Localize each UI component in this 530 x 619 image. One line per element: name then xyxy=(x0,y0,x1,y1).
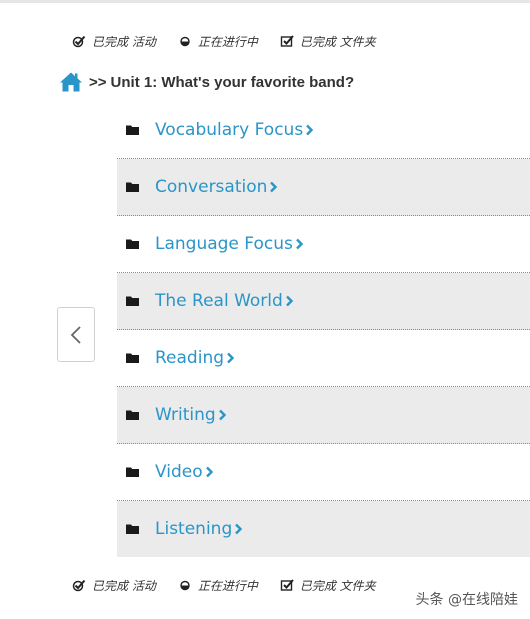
legend-completed-activity: 已完成 活动 xyxy=(72,577,156,594)
checked-box-icon xyxy=(280,34,294,48)
section-item-label[interactable]: Video xyxy=(155,462,203,482)
chevron-right-icon xyxy=(205,466,214,478)
legend-completed-activity: 已完成 活动 xyxy=(72,33,156,50)
folder-icon xyxy=(126,181,139,193)
legend-in-progress-label: 正在进行中 xyxy=(197,578,258,593)
chevron-right-icon xyxy=(285,295,294,307)
section-item-reading[interactable]: Reading xyxy=(117,330,530,387)
folder-icon xyxy=(126,238,139,250)
page-title: Unit 1: What's your favorite band? xyxy=(110,73,355,91)
checkmark-icon xyxy=(72,34,86,48)
section-list: Vocabulary Focus Conversation Language F… xyxy=(117,102,530,557)
legend-completed-folder: 已完成 文件夹 xyxy=(280,577,376,594)
home-icon[interactable] xyxy=(59,71,83,93)
section-item-label[interactable]: Conversation xyxy=(155,177,267,197)
legend-in-progress: 正在进行中 xyxy=(178,33,258,50)
chevron-right-icon xyxy=(218,409,227,421)
status-legend-bottom: 已完成 活动 正在进行中 已完成 文件夹 xyxy=(72,576,398,594)
half-circle-icon xyxy=(178,34,192,48)
section-item-writing[interactable]: Writing xyxy=(117,387,530,444)
folder-icon xyxy=(126,295,139,307)
legend-in-progress-label: 正在进行中 xyxy=(197,34,258,49)
section-item-listening[interactable]: Listening xyxy=(117,501,530,557)
section-item-label[interactable]: Language Focus xyxy=(155,234,293,254)
folder-icon xyxy=(126,409,139,421)
chevron-right-icon xyxy=(305,124,314,136)
folder-icon xyxy=(126,352,139,364)
chevron-left-icon xyxy=(70,325,82,345)
section-item-label[interactable]: The Real World xyxy=(155,291,283,311)
legend-completed-folder-label: 已完成 文件夹 xyxy=(299,34,376,49)
section-item-video[interactable]: Video xyxy=(117,444,530,501)
previous-button[interactable] xyxy=(57,307,95,362)
status-legend-top: 已完成 活动 正在进行中 已完成 文件夹 xyxy=(72,32,398,50)
section-item-language-focus[interactable]: Language Focus xyxy=(117,216,530,273)
chevron-right-icon xyxy=(269,181,278,193)
legend-completed-activity-label: 已完成 活动 xyxy=(92,578,156,593)
section-item-label[interactable]: Listening xyxy=(155,519,232,539)
folder-icon xyxy=(126,523,139,535)
checked-box-icon xyxy=(280,578,294,592)
legend-in-progress: 正在进行中 xyxy=(178,577,258,594)
folder-icon xyxy=(126,124,139,136)
breadcrumb: >> Unit 1: What's your favorite band? xyxy=(59,68,354,96)
chevron-right-icon xyxy=(226,352,235,364)
top-divider xyxy=(0,0,530,3)
chevron-right-icon xyxy=(295,238,304,250)
section-item-vocabulary-focus[interactable]: Vocabulary Focus xyxy=(117,102,530,159)
checkmark-icon xyxy=(72,578,86,592)
section-item-label[interactable]: Vocabulary Focus xyxy=(155,120,303,140)
legend-completed-activity-label: 已完成 活动 xyxy=(92,34,156,49)
watermark: 头条 @在线陪娃 xyxy=(415,592,518,608)
chevron-right-icon xyxy=(234,523,243,535)
legend-completed-folder: 已完成 文件夹 xyxy=(280,33,376,50)
section-item-label[interactable]: Reading xyxy=(155,348,224,368)
folder-icon xyxy=(126,466,139,478)
breadcrumb-separator: >> xyxy=(89,73,107,91)
section-item-conversation[interactable]: Conversation xyxy=(117,159,530,216)
section-item-label[interactable]: Writing xyxy=(155,405,216,425)
half-circle-icon xyxy=(178,578,192,592)
section-item-the-real-world[interactable]: The Real World xyxy=(117,273,530,330)
legend-completed-folder-label: 已完成 文件夹 xyxy=(299,578,376,593)
